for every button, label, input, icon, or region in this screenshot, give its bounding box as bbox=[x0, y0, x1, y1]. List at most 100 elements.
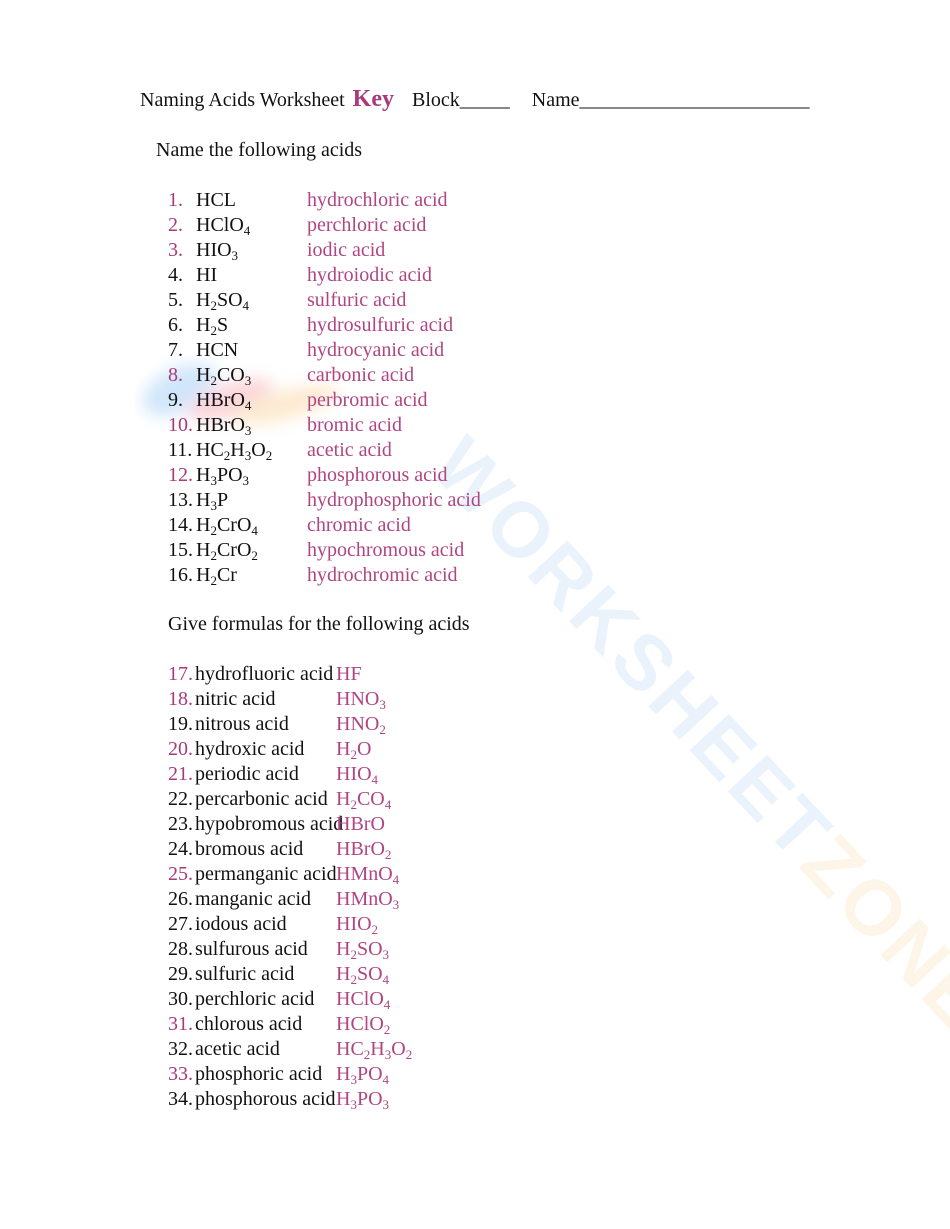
item-number: 25. bbox=[168, 863, 193, 885]
answer-acid-name: hydrophosphoric acid bbox=[307, 489, 481, 511]
answer-acid-name: hypochromous acid bbox=[307, 539, 465, 561]
answer-acid-name: hydrocyanic acid bbox=[307, 339, 445, 361]
answer-acid-name: hydroiodic acid bbox=[307, 264, 432, 286]
item-number: 17. bbox=[168, 663, 193, 685]
question-acid-name: sulfurous acid bbox=[195, 938, 308, 960]
item-number: 1. bbox=[168, 189, 183, 211]
naming-item: 6. H2S hydrosulfuric acid bbox=[168, 313, 481, 338]
question-formula: HI bbox=[196, 264, 218, 286]
answer-formula: HBrO2 bbox=[336, 838, 392, 862]
naming-item: 8. H2CO3 carbonic acid bbox=[168, 363, 481, 388]
item-number: 6. bbox=[168, 314, 183, 336]
item-number: 34. bbox=[168, 1088, 193, 1110]
formula-item: 24. bromous acid HBrO2 bbox=[168, 837, 412, 862]
item-number: 5. bbox=[168, 289, 183, 311]
formula-item: 20. hydroxic acid H2O bbox=[168, 737, 412, 762]
answer-acid-name: carbonic acid bbox=[307, 364, 415, 386]
naming-item: 10. HBrO3 bromic acid bbox=[168, 413, 481, 438]
item-number: 33. bbox=[168, 1063, 193, 1085]
item-number: 2. bbox=[168, 214, 183, 236]
question-cell: 29. sulfuric acid bbox=[168, 962, 336, 987]
answer-key-label: Key bbox=[352, 86, 394, 112]
item-number: 28. bbox=[168, 938, 193, 960]
answer-acid-name: perchloric acid bbox=[307, 214, 427, 236]
item-number: 11. bbox=[168, 439, 193, 461]
item-number: 3. bbox=[168, 239, 183, 261]
question-formula: HCN bbox=[196, 339, 239, 361]
question-cell: 19. nitrous acid bbox=[168, 712, 336, 737]
formula-item: 29. sulfuric acid H2SO4 bbox=[168, 962, 412, 987]
item-number: 19. bbox=[168, 713, 193, 735]
watermark-text: WORKSHEETZONE bbox=[414, 420, 950, 1048]
question-acid-name: hydrofluoric acid bbox=[195, 663, 334, 685]
answer-formula: HNO2 bbox=[336, 713, 386, 737]
question-formula: H2Cr bbox=[196, 564, 237, 588]
formula-item: 18. nitric acid HNO3 bbox=[168, 687, 412, 712]
item-number: 4. bbox=[168, 264, 183, 286]
question-cell: 31. chlorous acid bbox=[168, 1012, 336, 1037]
section2-title: Give formulas for the following acids bbox=[168, 613, 470, 635]
answer-acid-name: chromic acid bbox=[307, 514, 411, 536]
question-acid-name: hydroxic acid bbox=[195, 738, 305, 760]
name-field: Name_______________________ bbox=[531, 89, 810, 111]
formula-item: 17. hydrofluoric acid HF bbox=[168, 662, 412, 687]
formula-item: 28. sulfurous acid H2SO3 bbox=[168, 937, 412, 962]
item-number: 13. bbox=[168, 489, 193, 511]
formula-item: 22. percarbonic acid H2CO4 bbox=[168, 787, 412, 812]
item-number: 32. bbox=[168, 1038, 193, 1060]
item-number: 24. bbox=[168, 838, 193, 860]
question-cell: 33. phosphoric acid bbox=[168, 1062, 336, 1087]
formula-item: 30. perchloric acid HClO4 bbox=[168, 987, 412, 1012]
question-acid-name: periodic acid bbox=[195, 763, 299, 785]
item-number: 12. bbox=[168, 464, 193, 486]
answer-formula: HC2H3O2 bbox=[336, 1038, 413, 1062]
question-cell: 20. hydroxic acid bbox=[168, 737, 336, 762]
answer-acid-name: phosphorous acid bbox=[307, 464, 448, 486]
question-acid-name: phosphoric acid bbox=[195, 1063, 323, 1085]
naming-item: 11. HC2H3O2 acetic acid bbox=[168, 438, 481, 463]
formula-item: 27. iodous acid HIO2 bbox=[168, 912, 412, 937]
item-number: 22. bbox=[168, 788, 193, 810]
question-acid-name: permanganic acid bbox=[195, 863, 337, 885]
question-acid-name: nitric acid bbox=[195, 688, 276, 710]
item-number: 9. bbox=[168, 389, 183, 411]
answer-formula: H2CO4 bbox=[336, 788, 392, 812]
answer-formula: HClO2 bbox=[336, 1013, 391, 1037]
formula-item: 23. hypobromous acid HBrO bbox=[168, 812, 412, 837]
formula-item: 31. chlorous acid HClO2 bbox=[168, 1012, 412, 1037]
formula-item: 26. manganic acid HMnO3 bbox=[168, 887, 412, 912]
answer-acid-name: acetic acid bbox=[307, 439, 392, 461]
question-acid-name: nitrous acid bbox=[195, 713, 289, 735]
item-number: 15. bbox=[168, 539, 193, 561]
formula-item: 25. permanganic acid HMnO4 bbox=[168, 862, 412, 887]
formula-item: 34. phosphorous acid H3PO3 bbox=[168, 1087, 412, 1112]
answer-acid-name: perbromic acid bbox=[307, 389, 428, 411]
item-number: 29. bbox=[168, 963, 193, 985]
formula-item: 33. phosphoric acid H3PO4 bbox=[168, 1062, 412, 1087]
answer-formula: H2SO4 bbox=[336, 963, 390, 987]
naming-item: 4. HI hydroiodic acid bbox=[168, 263, 481, 288]
question-cell: 23. hypobromous acid bbox=[168, 812, 343, 837]
question-cell: 21. periodic acid bbox=[168, 762, 336, 787]
question-cell: 24. bromous acid bbox=[168, 837, 336, 862]
answer-acid-name: bromic acid bbox=[307, 414, 402, 436]
answer-formula: HIO2 bbox=[336, 913, 379, 937]
naming-item: 12. H3PO3 phosphorous acid bbox=[168, 463, 481, 488]
item-number: 21. bbox=[168, 763, 193, 785]
question-formula: H3P bbox=[196, 489, 229, 513]
question-formula: H2CO3 bbox=[196, 364, 252, 388]
question-cell: 22. percarbonic acid bbox=[168, 787, 336, 812]
naming-item: 9. HBrO4 perbromic acid bbox=[168, 388, 481, 413]
question-formula: HBrO4 bbox=[196, 389, 252, 413]
formula-item: 21. periodic acid HIO4 bbox=[168, 762, 412, 787]
naming-item: 16. H2Cr hydrochromic acid bbox=[168, 563, 481, 588]
answer-formula: HNO3 bbox=[336, 688, 386, 712]
answer-formula: HBrO bbox=[336, 813, 385, 835]
question-cell: 17. hydrofluoric acid bbox=[168, 662, 336, 687]
question-acid-name: percarbonic acid bbox=[195, 788, 328, 810]
answer-acid-name: iodic acid bbox=[307, 239, 386, 261]
naming-item: 2. HClO4 perchloric acid bbox=[168, 213, 481, 238]
item-number: 20. bbox=[168, 738, 193, 760]
naming-item: 15. H2CrO2 hypochromous acid bbox=[168, 538, 481, 563]
item-number: 8. bbox=[168, 364, 183, 386]
